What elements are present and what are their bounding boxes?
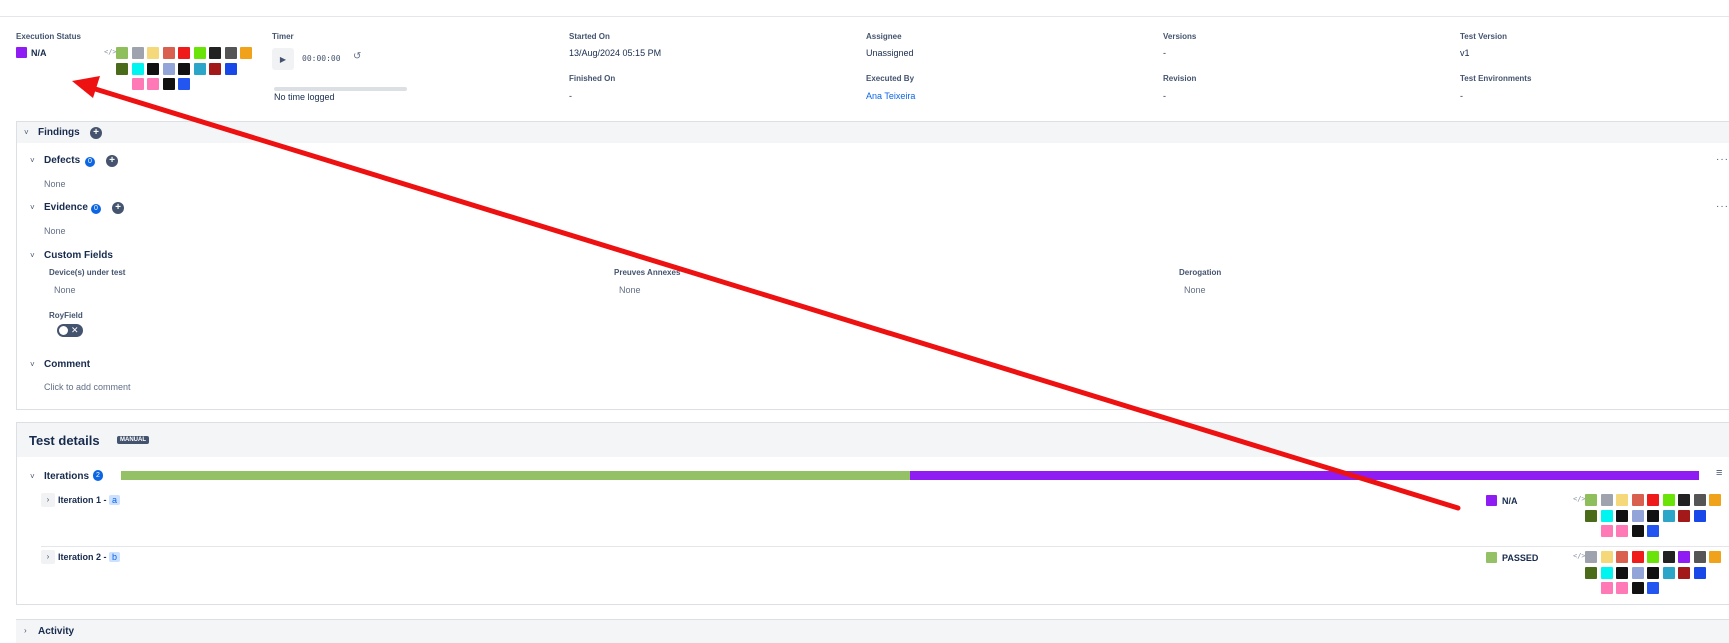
- annotation-arrow: [72, 76, 1461, 511]
- arrow-line: [89, 85, 1461, 511]
- arrow-head: [72, 76, 100, 98]
